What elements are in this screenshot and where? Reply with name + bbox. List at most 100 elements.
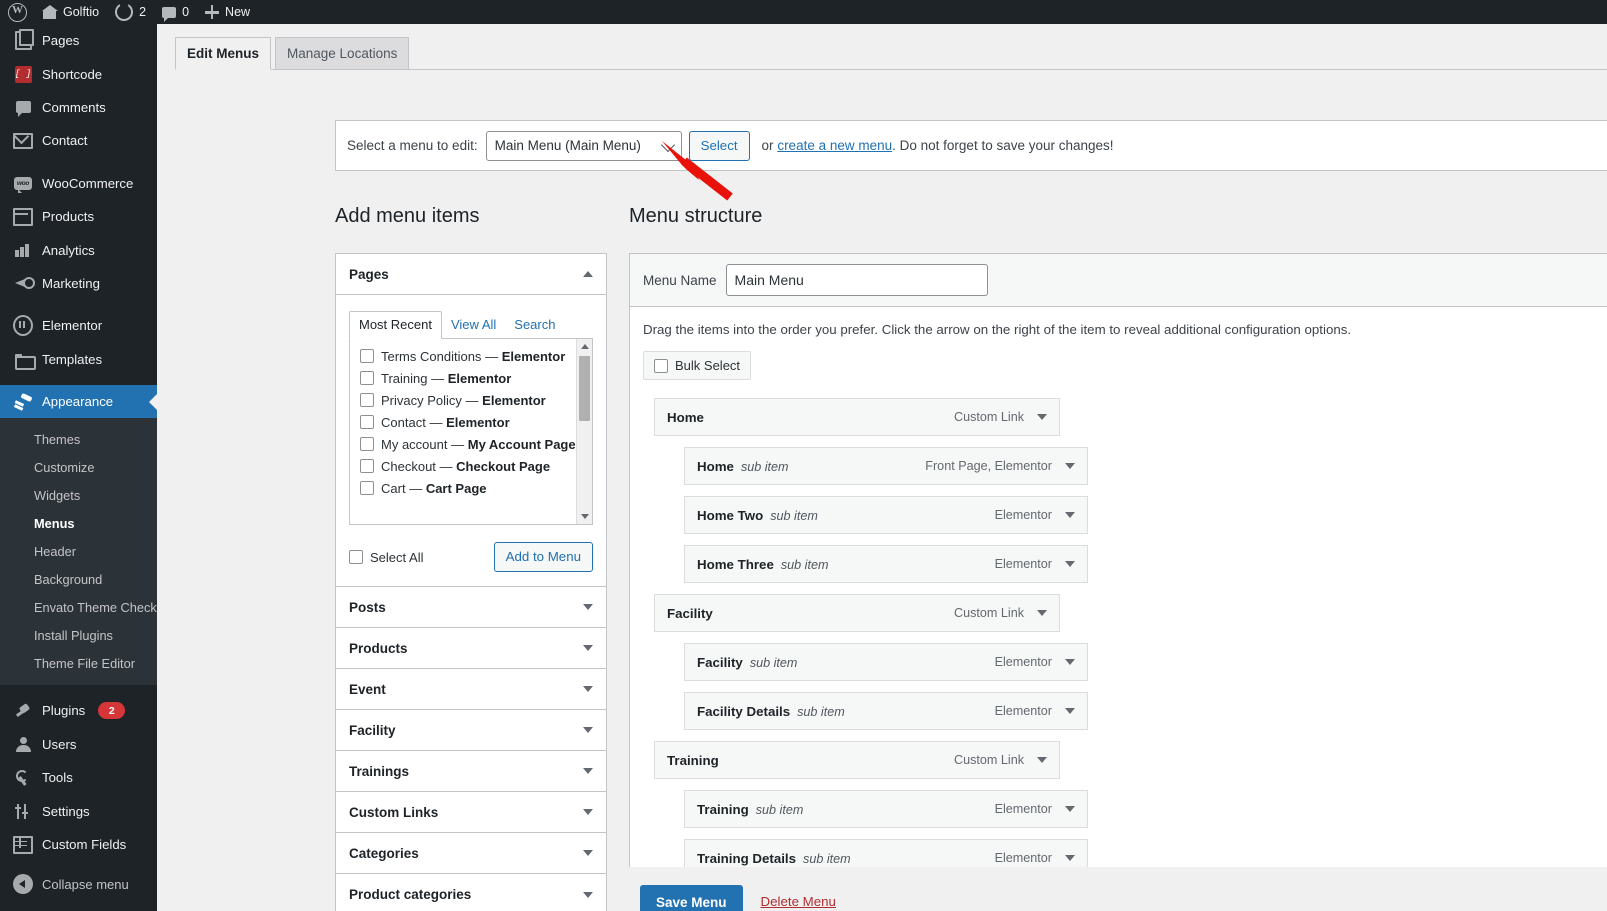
sidebar-item-marketing[interactable]: Marketing — [0, 267, 157, 300]
scroll-up-icon[interactable] — [577, 339, 592, 354]
list-item[interactable]: Checkout — Checkout Page — [360, 458, 592, 475]
sidebar-item-users[interactable]: Users — [0, 728, 157, 761]
menu-item-row[interactable]: Training Custom Link — [654, 741, 1060, 779]
sidebar-item-settings[interactable]: Settings — [0, 794, 157, 827]
bulk-select-toggle[interactable]: Bulk Select — [643, 351, 752, 380]
checkbox[interactable] — [360, 459, 374, 473]
updates-button[interactable]: 2 — [107, 0, 154, 24]
menu-item-row[interactable]: Home sub item Front Page, Elementor — [684, 447, 1088, 485]
checkbox[interactable] — [360, 415, 374, 429]
sidebar-item-envato-theme-check[interactable]: Envato Theme Check — [0, 593, 157, 621]
checkbox[interactable] — [349, 550, 363, 564]
accordion-header-pages[interactable]: Pages — [336, 254, 606, 295]
collapse-menu-button[interactable]: Collapse menu — [0, 867, 157, 901]
delete-menu-link[interactable]: Delete Menu — [761, 894, 836, 909]
menu-item-row[interactable]: Home Custom Link — [654, 398, 1060, 436]
create-new-menu-link[interactable]: create a new menu — [777, 138, 892, 153]
checkbox[interactable] — [360, 371, 374, 385]
sidebar-item-custom-fields[interactable]: Custom Fields — [0, 828, 157, 861]
menu-item-row[interactable]: Home Two sub item Elementor — [684, 496, 1088, 534]
sidebar-item-background[interactable]: Background — [0, 565, 157, 593]
sidebar-item-customize[interactable]: Customize — [0, 453, 157, 481]
chevron-down-icon[interactable] — [1065, 561, 1075, 567]
sidebar-item-contact[interactable]: Contact — [0, 124, 157, 157]
accordion-header-posts[interactable]: Posts — [336, 587, 606, 628]
sidebar-item-theme-file-editor[interactable]: Theme File Editor — [0, 649, 157, 677]
save-menu-button[interactable]: Save Menu — [640, 884, 743, 911]
sidebar-item-shortcode[interactable]: Shortcode — [0, 57, 157, 90]
menu-select-dropdown[interactable]: Main Menu (Main Menu) — [485, 130, 682, 161]
sidebar-item-themes[interactable]: Themes — [0, 425, 157, 453]
menu-name-input[interactable] — [725, 264, 988, 296]
accordion-header-custom-links[interactable]: Custom Links — [336, 792, 606, 833]
collapse-menu-label: Collapse menu — [42, 876, 129, 892]
accordion-title: Posts — [349, 599, 386, 615]
chevron-down-icon[interactable] — [1037, 757, 1047, 763]
menu-item-row[interactable]: Training sub item Elementor — [684, 790, 1088, 828]
menu-item-row[interactable]: Home Three sub item Elementor — [684, 545, 1088, 583]
tab-search[interactable]: Search — [505, 312, 564, 338]
sidebar-item-pages[interactable]: Pages — [0, 24, 157, 57]
pages-list-scrollbar[interactable] — [576, 339, 592, 524]
accordion-header-facility[interactable]: Facility — [336, 710, 606, 751]
tab-edit-menus[interactable]: Edit Menus — [175, 37, 272, 70]
sidebar-item-plugins[interactable]: Plugins 2 — [0, 694, 157, 727]
accordion-title: Product categories — [349, 887, 472, 902]
select-button[interactable]: Select — [688, 130, 750, 161]
new-content-button[interactable]: New — [197, 0, 258, 24]
chevron-down-icon[interactable] — [1037, 414, 1047, 420]
scrollbar-thumb[interactable] — [579, 356, 590, 421]
checkbox[interactable] — [360, 349, 374, 363]
list-item[interactable]: Terms Conditions — Elementor — [360, 348, 592, 365]
list-item[interactable]: Contact — Elementor — [360, 414, 592, 431]
chevron-down-icon[interactable] — [1065, 855, 1075, 861]
tab-view-all[interactable]: View All — [442, 312, 505, 338]
list-item[interactable]: My account — My Account Page — [360, 436, 592, 453]
sidebar-item-woocommerce[interactable]: WooCommerce — [0, 167, 157, 200]
sidebar-item-install-plugins[interactable]: Install Plugins — [0, 621, 157, 649]
sidebar-item-header[interactable]: Header — [0, 537, 157, 565]
checkbox[interactable] — [360, 393, 374, 407]
sidebar-item-tools[interactable]: Tools — [0, 761, 157, 794]
sidebar-item-elementor[interactable]: Elementor — [0, 309, 157, 342]
accordion-header-product-categories[interactable]: Product categories — [336, 874, 606, 911]
chevron-down-icon[interactable] — [1037, 610, 1047, 616]
chevron-down-icon[interactable] — [1065, 463, 1075, 469]
menu-item-title: Training Details — [697, 850, 797, 866]
tab-most-recent[interactable]: Most Recent — [349, 311, 442, 339]
sidebar-item-menus[interactable]: Menus — [0, 509, 157, 537]
comments-button[interactable]: 0 — [154, 0, 197, 24]
site-name-button[interactable]: Golftio — [34, 0, 107, 24]
chevron-down-icon[interactable] — [1065, 659, 1075, 665]
list-item[interactable]: Privacy Policy — Elementor — [360, 392, 592, 409]
menu-item-row[interactable]: Facility sub item Elementor — [684, 643, 1088, 681]
list-item[interactable]: Training — Elementor — [360, 370, 592, 387]
menu-item-row[interactable]: Facility Custom Link — [654, 594, 1060, 632]
accordion-header-categories[interactable]: Categories — [336, 833, 606, 874]
checkbox[interactable] — [654, 358, 668, 373]
sidebar-item-analytics[interactable]: Analytics — [0, 233, 157, 266]
chevron-down-icon[interactable] — [1065, 512, 1075, 518]
scroll-down-icon[interactable] — [577, 509, 592, 524]
accordion-header-trainings[interactable]: Trainings — [336, 751, 606, 792]
sidebar-label: Appearance — [42, 394, 114, 410]
add-to-menu-button[interactable]: Add to Menu — [493, 542, 593, 572]
menu-item-row[interactable]: Facility Details sub item Elementor — [684, 692, 1088, 730]
sidebar-label: WooCommerce — [42, 175, 134, 191]
admin-bar: Golftio 2 0 New — [0, 0, 1607, 24]
chevron-down-icon[interactable] — [1065, 806, 1075, 812]
sidebar-item-products[interactable]: Products — [0, 200, 157, 233]
accordion-header-event[interactable]: Event — [336, 669, 606, 710]
sidebar-item-comments[interactable]: Comments — [0, 91, 157, 124]
sidebar-item-templates[interactable]: Templates — [0, 343, 157, 376]
chevron-down-icon[interactable] — [1065, 708, 1075, 714]
checkbox[interactable] — [360, 437, 374, 451]
checkbox[interactable] — [360, 481, 374, 495]
sidebar-item-widgets[interactable]: Widgets — [0, 481, 157, 509]
wordpress-logo-button[interactable] — [0, 0, 34, 24]
sidebar-item-appearance[interactable]: Appearance — [0, 384, 157, 419]
tab-manage-locations[interactable]: Manage Locations — [275, 37, 410, 69]
select-all-checkbox-row[interactable]: Select All — [349, 550, 423, 565]
accordion-header-products[interactable]: Products — [336, 628, 606, 669]
list-item[interactable]: Cart — Cart Page — [360, 480, 592, 497]
